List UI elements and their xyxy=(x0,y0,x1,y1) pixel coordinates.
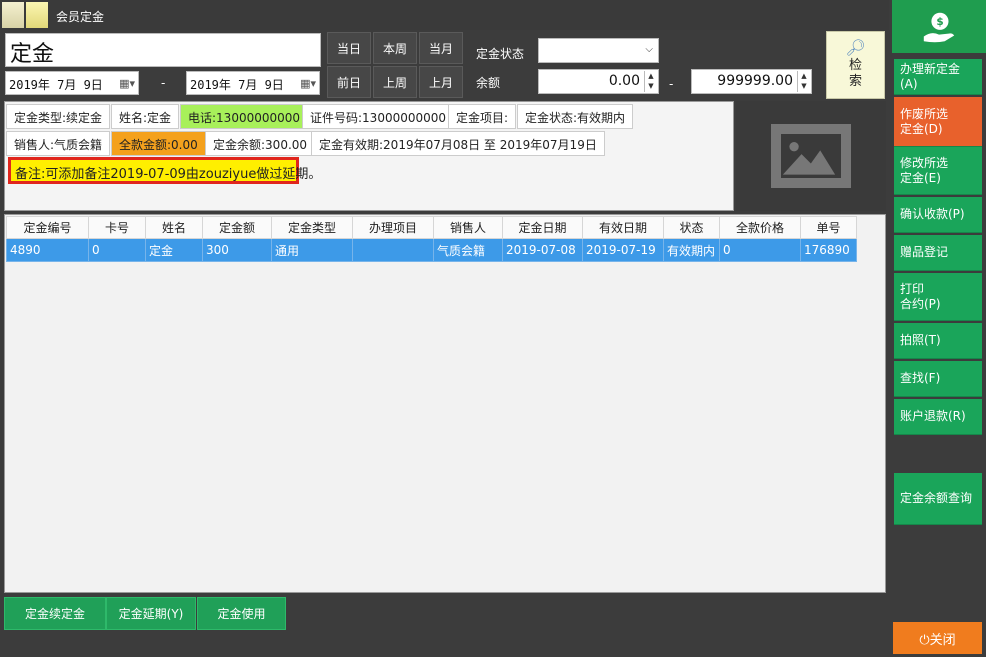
balance-min-input[interactable]: 0.00 ▲ ▼ xyxy=(538,69,659,94)
info-type: 定金类型:续定金 xyxy=(6,104,111,129)
date-from-picker[interactable]: 2019年 7月 9日 ▦▾ xyxy=(5,71,139,95)
balance-query-button[interactable]: 定金余额查询 xyxy=(894,473,982,525)
new-deposit-button[interactable]: 办理新定金(A) xyxy=(894,59,982,95)
info-name: 姓名:定金 xyxy=(111,104,180,129)
last-month-button[interactable]: 上月 xyxy=(419,66,463,98)
deposit-table: 定金编号 卡号 姓名 定金额 定金类型 办理项目 销售人 定金日期 有效日期 状… xyxy=(6,216,857,262)
col-valid-date[interactable]: 有效日期 xyxy=(582,216,664,239)
this-month-button[interactable]: 当月 xyxy=(419,32,463,64)
col-deposit-no[interactable]: 定金编号 xyxy=(6,216,89,239)
balance-max-value: 999999.00 xyxy=(717,73,793,89)
info-balance: 定金余额:300.00 xyxy=(205,131,316,156)
member-name-input[interactable]: 定金 xyxy=(5,33,321,67)
renew-deposit-button[interactable]: 定金续定金 xyxy=(4,597,106,630)
info-status: 定金状态:有效期内 xyxy=(517,104,634,129)
extend-deposit-button[interactable]: 定金延期(Y) xyxy=(106,597,196,630)
info-phone: 电话:13000000000 xyxy=(180,104,309,129)
take-photo-button[interactable]: 拍照(T) xyxy=(894,323,982,359)
balance-label: 余额 xyxy=(476,76,501,90)
cell-deposit-no: 4890 xyxy=(6,238,89,262)
chevron-down-icon: ⌵ xyxy=(645,44,653,55)
cell-name: 定金 xyxy=(145,238,203,262)
cell-valid-date: 2019-07-19 xyxy=(582,238,664,262)
yesterday-button[interactable]: 前日 xyxy=(327,66,371,98)
balance-min-value: 0.00 xyxy=(608,73,640,89)
status-label: 定金状态 xyxy=(476,47,525,61)
cell-status: 有效期内 xyxy=(663,238,720,262)
last-week-button[interactable]: 上周 xyxy=(373,66,417,98)
date-to-value: 2019年 7月 9日 xyxy=(190,78,284,92)
print-contract-button[interactable]: 打印 合约(P) xyxy=(894,273,982,321)
stepper-icon[interactable]: ▲ ▼ xyxy=(797,71,810,92)
search-label-2: 索 xyxy=(848,74,862,89)
this-week-button[interactable]: 本周 xyxy=(373,32,417,64)
today-button[interactable]: 当日 xyxy=(327,32,371,64)
table-row[interactable]: 4890 0 定金 300 通用 气质会籍 2019-07-08 2019-07… xyxy=(6,238,857,262)
calendar-icon[interactable]: ▦▾ xyxy=(119,77,135,90)
cell-salesperson: 气质会籍 xyxy=(433,238,503,262)
deposit-table-panel: 定金编号 卡号 姓名 定金额 定金类型 办理项目 销售人 定金日期 有效日期 状… xyxy=(4,214,886,593)
search-button[interactable]: 🔎︎ 检 索 xyxy=(826,31,885,99)
info-item: 定金项目: xyxy=(448,104,517,129)
use-deposit-button[interactable]: 定金使用 xyxy=(197,597,286,630)
balance-range-dash: - xyxy=(669,77,674,91)
info-full-amount: 全款金额:0.00 xyxy=(111,131,206,156)
title-bar: 会员定金 xyxy=(0,0,889,30)
col-card-no[interactable]: 卡号 xyxy=(88,216,146,239)
close-button[interactable]: ⏻关闭 xyxy=(893,622,982,654)
col-deposit-date[interactable]: 定金日期 xyxy=(502,216,583,239)
search-label-1: 检 xyxy=(848,58,862,73)
col-name[interactable]: 姓名 xyxy=(145,216,203,239)
photo-area[interactable] xyxy=(736,101,886,211)
col-amount[interactable]: 定金额 xyxy=(202,216,272,239)
status-select[interactable]: ⌵ xyxy=(538,38,659,63)
col-salesperson[interactable]: 销售人 xyxy=(433,216,503,239)
app-logo-icon xyxy=(2,2,24,28)
date-range-dash: - xyxy=(161,76,166,90)
confirm-payment-button[interactable]: 确认收款(P) xyxy=(894,197,982,233)
app-logo-icon-secondary xyxy=(26,2,48,28)
cell-card-no: 0 xyxy=(88,238,146,262)
info-remark: 备注:可添加备注2019-07-09由zouziyue做过延期。 xyxy=(8,157,321,184)
table-header-row: 定金编号 卡号 姓名 定金额 定金类型 办理项目 销售人 定金日期 有效日期 状… xyxy=(6,216,857,239)
cell-deposit-date: 2019-07-08 xyxy=(502,238,583,262)
money-bag-hand-icon: $ xyxy=(892,0,986,53)
info-salesperson: 销售人:气质会籍 xyxy=(6,131,111,156)
find-button[interactable]: 查找(F) xyxy=(894,361,982,397)
gift-register-button[interactable]: 赠品登记 xyxy=(894,235,982,271)
deposit-info-panel: 定金类型:续定金 姓名:定金 电话:13000000000 证件号码:13000… xyxy=(4,101,734,211)
col-order-no[interactable]: 单号 xyxy=(800,216,857,239)
search-magnifier-icon: 🔎︎ xyxy=(845,38,866,57)
date-to-picker[interactable]: 2019年 7月 9日 ▦▾ xyxy=(186,71,320,95)
cell-amount: 300 xyxy=(202,238,272,262)
account-refund-button[interactable]: 账户退款(R) xyxy=(894,399,982,435)
col-full-price[interactable]: 全款价格 xyxy=(719,216,801,239)
window-title: 会员定金 xyxy=(56,10,105,24)
cell-type: 通用 xyxy=(271,238,353,262)
stepper-icon[interactable]: ▲ ▼ xyxy=(644,71,657,92)
void-deposit-button[interactable]: 作废所选 定金(D) xyxy=(894,97,982,147)
info-id-number: 证件号码:13000000000 xyxy=(302,104,455,129)
cell-full-price: 0 xyxy=(719,238,801,262)
date-from-value: 2019年 7月 9日 xyxy=(9,78,103,92)
cell-order-no: 176890 xyxy=(800,238,857,262)
svg-text:$: $ xyxy=(936,16,943,28)
image-placeholder-icon xyxy=(771,124,851,188)
info-validity: 定金有效期:2019年07月08日 至 2019年07月19日 xyxy=(311,131,605,156)
edit-deposit-button[interactable]: 修改所选 定金(E) xyxy=(894,147,982,195)
action-sidebar: 办理新定金(A) 作废所选 定金(D) 修改所选 定金(E) 确认收款(P) 赠… xyxy=(889,55,986,657)
col-item[interactable]: 办理项目 xyxy=(352,216,434,239)
balance-max-input[interactable]: 999999.00 ▲ ▼ xyxy=(691,69,812,94)
col-type[interactable]: 定金类型 xyxy=(271,216,353,239)
cell-item xyxy=(352,238,434,262)
col-status[interactable]: 状态 xyxy=(663,216,720,239)
calendar-icon[interactable]: ▦▾ xyxy=(300,77,316,90)
